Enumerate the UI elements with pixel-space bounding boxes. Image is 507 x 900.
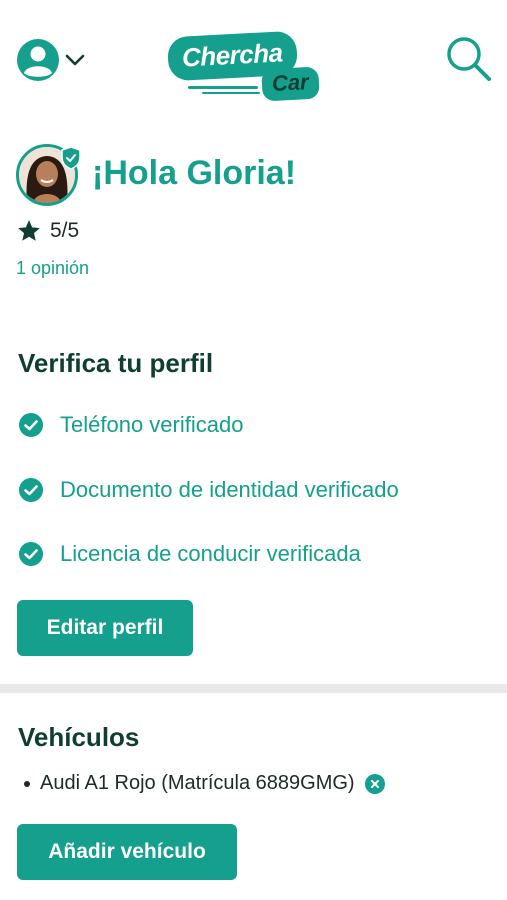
reviews-link[interactable]: 1 opinión	[16, 258, 89, 279]
check-circle-icon	[19, 478, 43, 502]
verification-label: Documento de identidad verificado	[60, 477, 399, 502]
verification-item-license: Licencia de conducir verificada	[18, 541, 361, 567]
verification-item-id: Documento de identidad verificado	[18, 477, 399, 503]
verification-label: Licencia de conducir verificada	[60, 541, 361, 566]
logo-bottom-badge: Car	[261, 66, 320, 102]
list-bullet	[24, 780, 30, 787]
app-header: Chercha Car	[0, 0, 507, 110]
logo-speed-line	[188, 86, 258, 89]
check-circle-icon	[19, 413, 43, 437]
section-divider	[0, 684, 507, 693]
verify-section-title: Verifica tu perfil	[18, 348, 214, 378]
vehicle-label: Audi A1 Rojo (Matrícula 6889GMG)	[40, 772, 355, 794]
search-icon	[447, 37, 491, 81]
verified-shield-icon	[61, 146, 81, 170]
vehicle-list-item: Audi A1 Rojo (Matrícula 6889GMG)	[24, 772, 385, 795]
vehicles-section-title: Vehículos	[18, 722, 140, 752]
account-menu-button[interactable]	[16, 38, 88, 82]
greeting-title: ¡Hola Gloria!	[92, 154, 297, 192]
search-button[interactable]	[444, 34, 494, 84]
user-circle-icon	[17, 39, 59, 81]
star-icon	[18, 220, 40, 241]
logo-speed-line	[202, 92, 260, 94]
chevron-down-icon	[65, 54, 85, 66]
logo-top-text: Chercha	[181, 37, 284, 73]
verification-item-phone: Teléfono verificado	[18, 412, 243, 438]
add-vehicle-button[interactable]: Añadir vehículo	[17, 824, 237, 880]
close-icon	[370, 779, 379, 788]
logo-bottom-text: Car	[271, 69, 310, 96]
remove-vehicle-button[interactable]	[364, 773, 385, 794]
check-circle-icon	[19, 542, 43, 566]
rating-value: 5/5	[50, 219, 80, 242]
edit-profile-button[interactable]: Editar perfil	[17, 600, 193, 656]
cherchacar-logo[interactable]: Chercha Car	[166, 30, 326, 102]
user-rating: 5/5	[16, 218, 79, 244]
verification-label: Teléfono verificado	[60, 412, 244, 437]
